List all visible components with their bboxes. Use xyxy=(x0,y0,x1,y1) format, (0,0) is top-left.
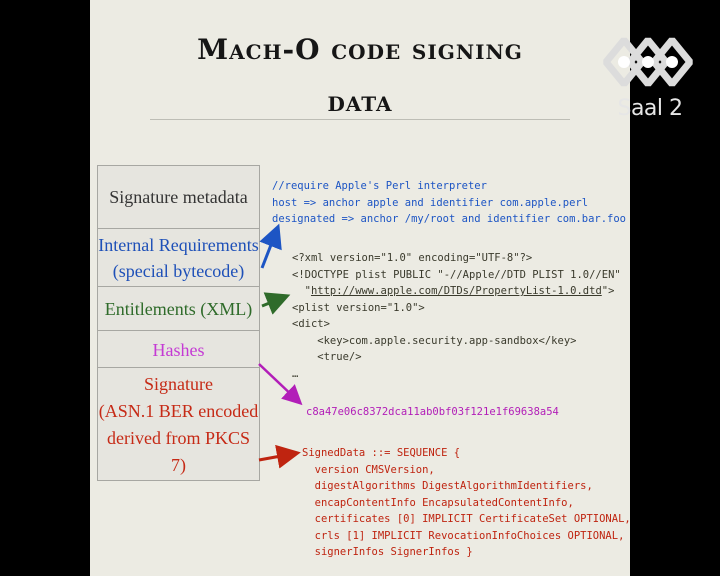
red-arrow-icon xyxy=(258,444,301,469)
magenta-arrow-icon xyxy=(258,363,303,406)
room-label: Saal 2 xyxy=(617,96,683,121)
green-arrow-icon xyxy=(261,292,291,315)
blue-arrow-icon xyxy=(259,223,282,269)
